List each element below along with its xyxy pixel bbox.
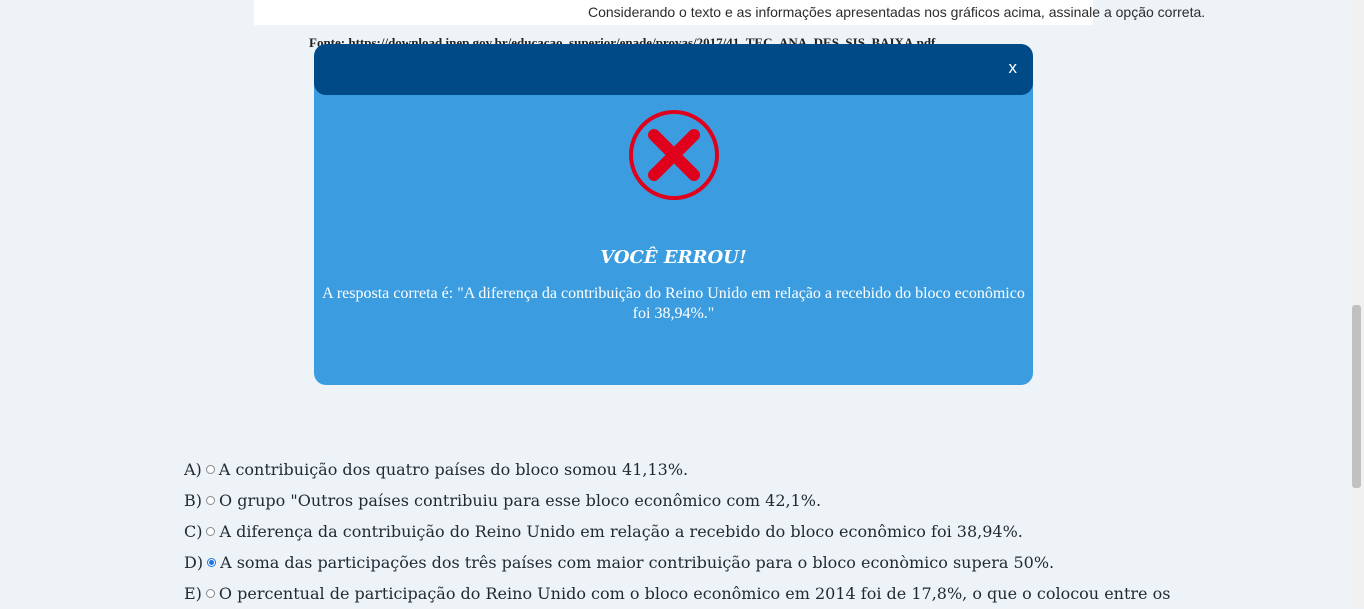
- option-letter: B): [184, 491, 202, 510]
- option-letter: D): [184, 553, 204, 572]
- radio-button[interactable]: [206, 496, 215, 505]
- option-text: A contribuição dos quatro países do bloc…: [218, 460, 689, 479]
- option-letter: E): [184, 584, 202, 603]
- option-a[interactable]: A) A contribuição dos quatro países do b…: [184, 454, 1184, 485]
- radio-button[interactable]: [206, 527, 216, 536]
- option-letter: C): [184, 522, 203, 541]
- option-text: O percentual de participação do Reino Un…: [218, 584, 1171, 603]
- modal-message: A resposta correta é: "A diferença da co…: [322, 285, 1025, 322]
- radio-button[interactable]: [205, 465, 215, 474]
- modal-title: VOCÊ ERROU!: [600, 247, 747, 268]
- answer-options: A) A contribuição dos quatro países do b…: [184, 454, 1184, 609]
- feedback-modal: x VOCÊ ERROU! A resposta correta é: "A d…: [314, 44, 1033, 385]
- option-c[interactable]: C) A diferença da contribuição do Reino …: [184, 516, 1184, 547]
- option-e[interactable]: E) O percentual de participação do Reino…: [184, 578, 1184, 609]
- scrollbar-thumb[interactable]: [1352, 305, 1361, 488]
- error-x-icon: [629, 110, 719, 200]
- option-text: A soma das participações dos três países…: [220, 553, 1055, 572]
- option-b[interactable]: B) O grupo "Outros países contribuiu par…: [184, 485, 1184, 516]
- radio-button-selected[interactable]: [207, 558, 217, 567]
- option-text: A diferença da contribuição do Reino Uni…: [219, 522, 1023, 541]
- close-button[interactable]: x: [1009, 58, 1018, 78]
- option-letter: A): [184, 460, 202, 479]
- modal-header: x: [314, 44, 1033, 95]
- question-image: Considerando o texto e as informações ap…: [254, 0, 1205, 25]
- option-d[interactable]: D) A soma das participações dos três paí…: [184, 547, 1184, 578]
- option-text: O grupo "Outros países contribuiu para e…: [219, 491, 822, 510]
- page-scrollbar[interactable]: [1349, 0, 1364, 608]
- question-text: Considerando o texto e as informações ap…: [588, 4, 1206, 20]
- radio-button[interactable]: [205, 589, 215, 598]
